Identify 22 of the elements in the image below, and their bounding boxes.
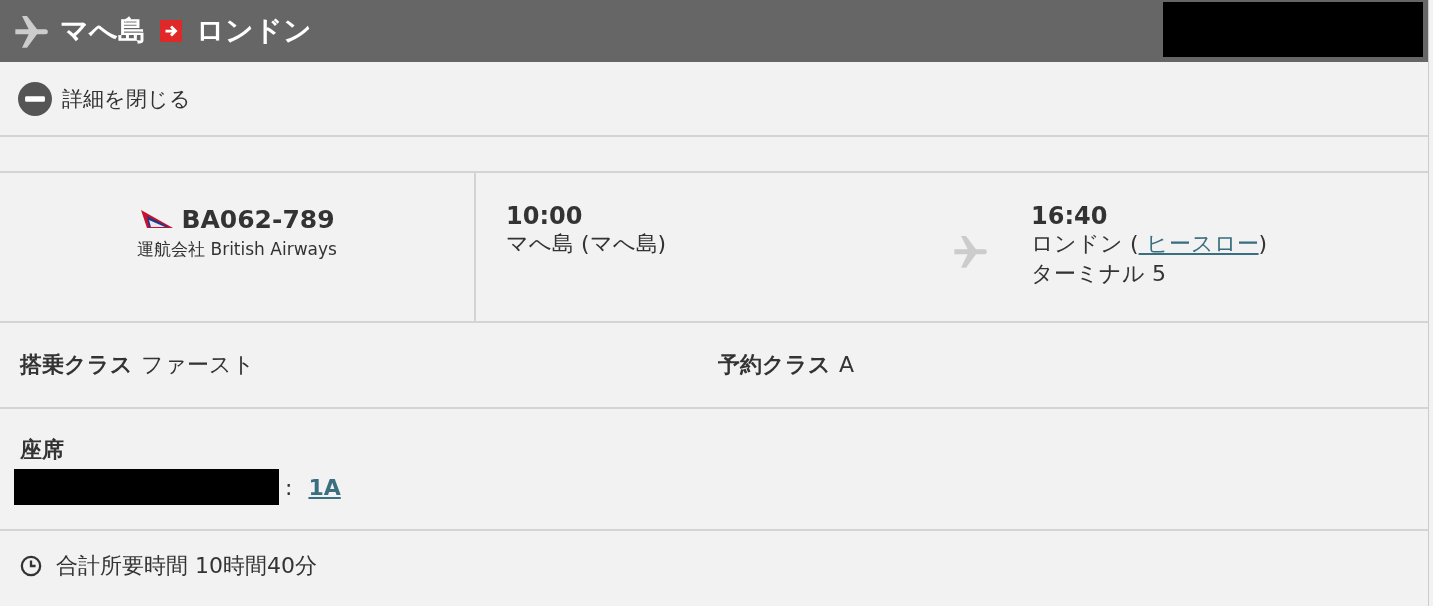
airport-link[interactable]: ヒースロー xyxy=(1138,231,1259,256)
class-label: 搭乗クラス xyxy=(20,351,133,379)
colon-text: : xyxy=(285,474,293,500)
destination-title: ロンドン xyxy=(196,13,312,49)
departure-place: マへ島 (マへ島) xyxy=(506,230,668,258)
class-value: A xyxy=(839,352,855,377)
clock-icon xyxy=(20,555,42,577)
bracket-text: ) xyxy=(1258,231,1268,256)
total-duration: 合計所要時間 10時間40分 xyxy=(56,552,317,580)
arrival-city: ロンドン ( xyxy=(1031,231,1139,256)
minus-icon xyxy=(18,81,52,116)
terminal-text: ターミナル 5 xyxy=(1031,260,1167,288)
origin-title: マへ島 xyxy=(60,13,146,49)
flight-number: BA062-789 xyxy=(181,205,335,234)
operator-text: 運航会社 British Airways xyxy=(137,238,337,261)
seat-link[interactable]: 1A xyxy=(308,474,341,500)
departure-time: 10:00 xyxy=(506,203,584,229)
collapse-details-button[interactable]: 詳細を閉じる xyxy=(18,81,191,116)
arrival-time: 16:40 xyxy=(1031,203,1109,229)
class-label: 予約クラス xyxy=(718,351,831,379)
class-value: ファースト xyxy=(141,351,255,379)
seat-label: 座席 xyxy=(20,436,65,464)
